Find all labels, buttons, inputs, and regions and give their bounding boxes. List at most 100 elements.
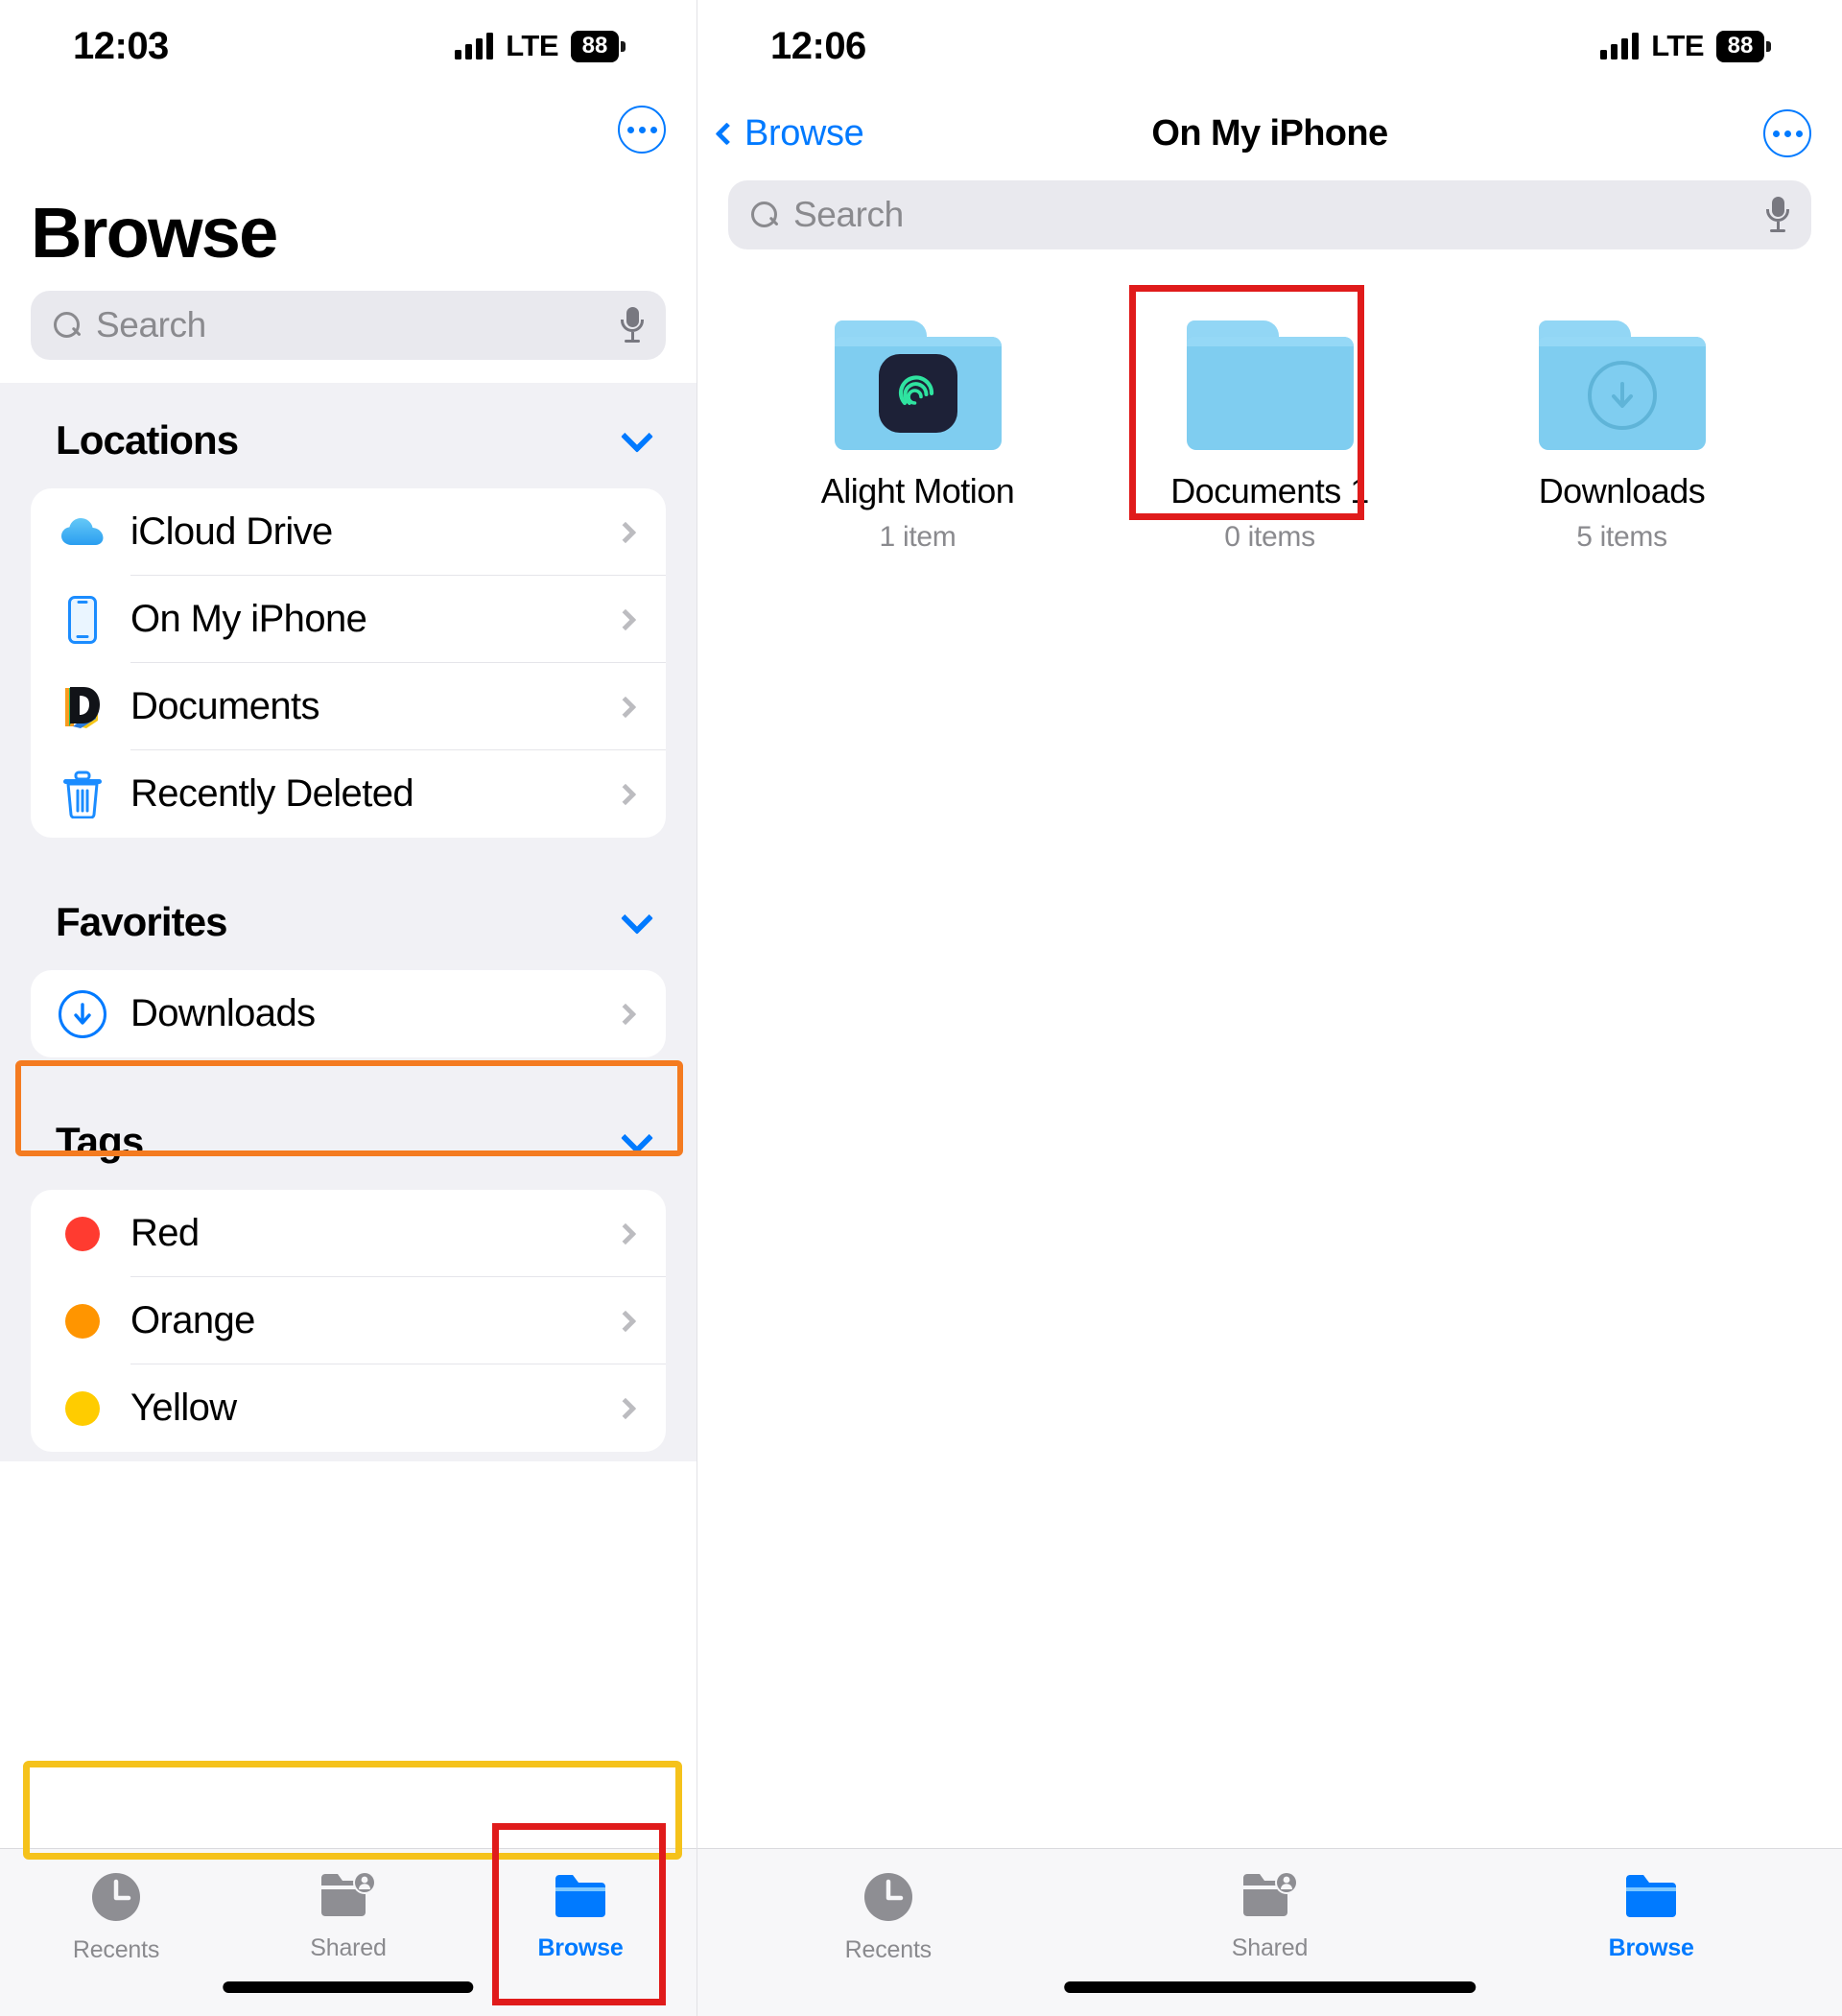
section-header-locations[interactable]: Locations [0, 383, 697, 488]
section-header-tags[interactable]: Tags [0, 1057, 697, 1190]
chevron-left-icon [715, 121, 739, 146]
battery-icon: 88 [571, 30, 626, 62]
list-item-recently-deleted[interactable]: Recently Deleted [31, 750, 666, 838]
tab-browse[interactable]: Browse [464, 1870, 697, 1962]
highlight-box-downloads-favorite [23, 1761, 682, 1860]
navigation-bar: Browse On My iPhone [697, 92, 1842, 175]
folder-item-count: 1 item [879, 521, 956, 553]
alight-motion-app-icon [878, 353, 957, 433]
tab-bar: Recents Shared Browse [0, 1848, 697, 2016]
folder-item-count: 5 items [1576, 521, 1667, 553]
search-placeholder: Search [793, 195, 904, 234]
tab-recents[interactable]: Recents [0, 1870, 232, 1964]
list-item-label: Downloads [130, 992, 316, 1034]
locations-card: iCloud Drive On My iPhone Documents Rece… [31, 488, 666, 838]
status-time: 12:06 [770, 24, 866, 67]
list-item-tag-orange[interactable]: Orange [31, 1277, 666, 1364]
folder-icon [1538, 320, 1706, 450]
search-input[interactable]: Search [31, 291, 666, 360]
microphone-icon[interactable] [1765, 197, 1790, 233]
folder-item-count: 0 items [1224, 521, 1315, 553]
section-header-favorites[interactable]: Favorites [0, 838, 697, 970]
documents-app-icon [56, 681, 109, 732]
list-item-documents[interactable]: Documents [31, 663, 666, 750]
tab-label: Browse [537, 1934, 624, 1961]
microphone-icon[interactable] [620, 307, 645, 344]
favorites-card: Downloads [31, 970, 666, 1057]
chevron-down-icon[interactable] [621, 420, 653, 453]
folder-item-downloads[interactable]: Downloads 5 items [1446, 320, 1798, 554]
tab-label: Shared [310, 1934, 387, 1961]
trash-icon [56, 771, 109, 818]
search-placeholder: Search [96, 305, 206, 344]
back-button-label: Browse [744, 112, 864, 154]
clock-icon [92, 1873, 140, 1921]
tab-bar: Recents Shared Browse [697, 1848, 1842, 2016]
battery-icon: 88 [1716, 30, 1771, 62]
more-options-button[interactable] [618, 106, 666, 154]
tab-shared[interactable]: Shared [232, 1870, 464, 1962]
list-item-downloads[interactable]: Downloads [31, 970, 666, 1057]
chevron-right-icon [614, 1397, 637, 1419]
list-item-label: On My iPhone [130, 598, 367, 640]
network-type-label: LTE [506, 29, 558, 62]
folder-icon [555, 1875, 605, 1917]
folder-name: Downloads [1538, 471, 1706, 510]
more-options-button[interactable] [1763, 109, 1811, 157]
folder-item-documents-1[interactable]: Documents 1 0 items [1094, 320, 1446, 554]
dual-screenshot: 12:03 LTE 88 Browse Search Locations iCl… [0, 0, 1842, 2016]
section-title: Favorites [56, 899, 228, 944]
battery-percent-label: 88 [1716, 30, 1764, 62]
tab-label: Browse [1608, 1934, 1694, 1961]
search-icon [54, 312, 81, 339]
tags-card: Red Orange Yellow [31, 1190, 666, 1452]
tab-shared[interactable]: Shared [1079, 1870, 1461, 1962]
list-item-label: Red [130, 1212, 200, 1254]
chevron-down-icon[interactable] [621, 902, 653, 935]
download-circle-icon [1587, 361, 1657, 431]
back-button[interactable]: Browse [715, 112, 864, 154]
list-item-label: Recently Deleted [130, 772, 414, 815]
list-item-tag-yellow[interactable]: Yellow [31, 1364, 666, 1452]
chevron-right-icon [614, 1003, 637, 1025]
list-item-label: Yellow [130, 1387, 237, 1429]
shared-folder-icon [321, 1871, 376, 1916]
shared-folder-icon [1242, 1871, 1298, 1916]
folder-icon [1186, 320, 1354, 450]
folder-name: Documents 1 [1170, 471, 1369, 510]
on-my-iphone-screen: 12:06 LTE 88 Browse On My iPhone Search … [697, 0, 1842, 2016]
chevron-down-icon[interactable] [621, 1122, 653, 1154]
status-indicators: LTE 88 [1600, 29, 1771, 63]
chevron-right-icon [614, 521, 637, 543]
status-bar: 12:03 LTE 88 [0, 0, 697, 92]
section-title: Locations [56, 417, 239, 462]
chevron-right-icon [614, 1222, 637, 1245]
folder-icon [1626, 1875, 1677, 1917]
chevron-right-icon [614, 696, 637, 718]
list-item-label: Orange [130, 1299, 255, 1341]
tag-dot-icon [56, 1390, 109, 1426]
chevron-right-icon [614, 1310, 637, 1332]
list-item-tag-red[interactable]: Red [31, 1190, 666, 1277]
more-options-wrapper [1763, 109, 1811, 157]
status-time: 12:03 [73, 24, 169, 67]
list-item-icloud-drive[interactable]: iCloud Drive [31, 488, 666, 576]
battery-cap [621, 40, 626, 52]
section-title: Tags [56, 1119, 144, 1164]
tag-dot-icon [56, 1216, 109, 1251]
tab-label: Recents [844, 1936, 933, 1963]
status-indicators: LTE 88 [455, 29, 626, 63]
browse-nav-row [0, 92, 697, 167]
home-indicator [223, 1981, 474, 1993]
list-item-on-my-iphone[interactable]: On My iPhone [31, 576, 666, 663]
status-bar: 12:06 LTE 88 [697, 0, 1842, 92]
chevron-right-icon [614, 608, 637, 630]
network-type-label: LTE [1651, 29, 1704, 62]
tab-recents[interactable]: Recents [697, 1870, 1079, 1964]
folder-icon [834, 320, 1002, 450]
battery-percent-label: 88 [571, 30, 619, 62]
iphone-icon [56, 595, 109, 644]
search-input[interactable]: Search [728, 180, 1811, 249]
folder-item-alight-motion[interactable]: Alight Motion 1 item [742, 320, 1094, 554]
tab-browse[interactable]: Browse [1460, 1870, 1842, 1962]
